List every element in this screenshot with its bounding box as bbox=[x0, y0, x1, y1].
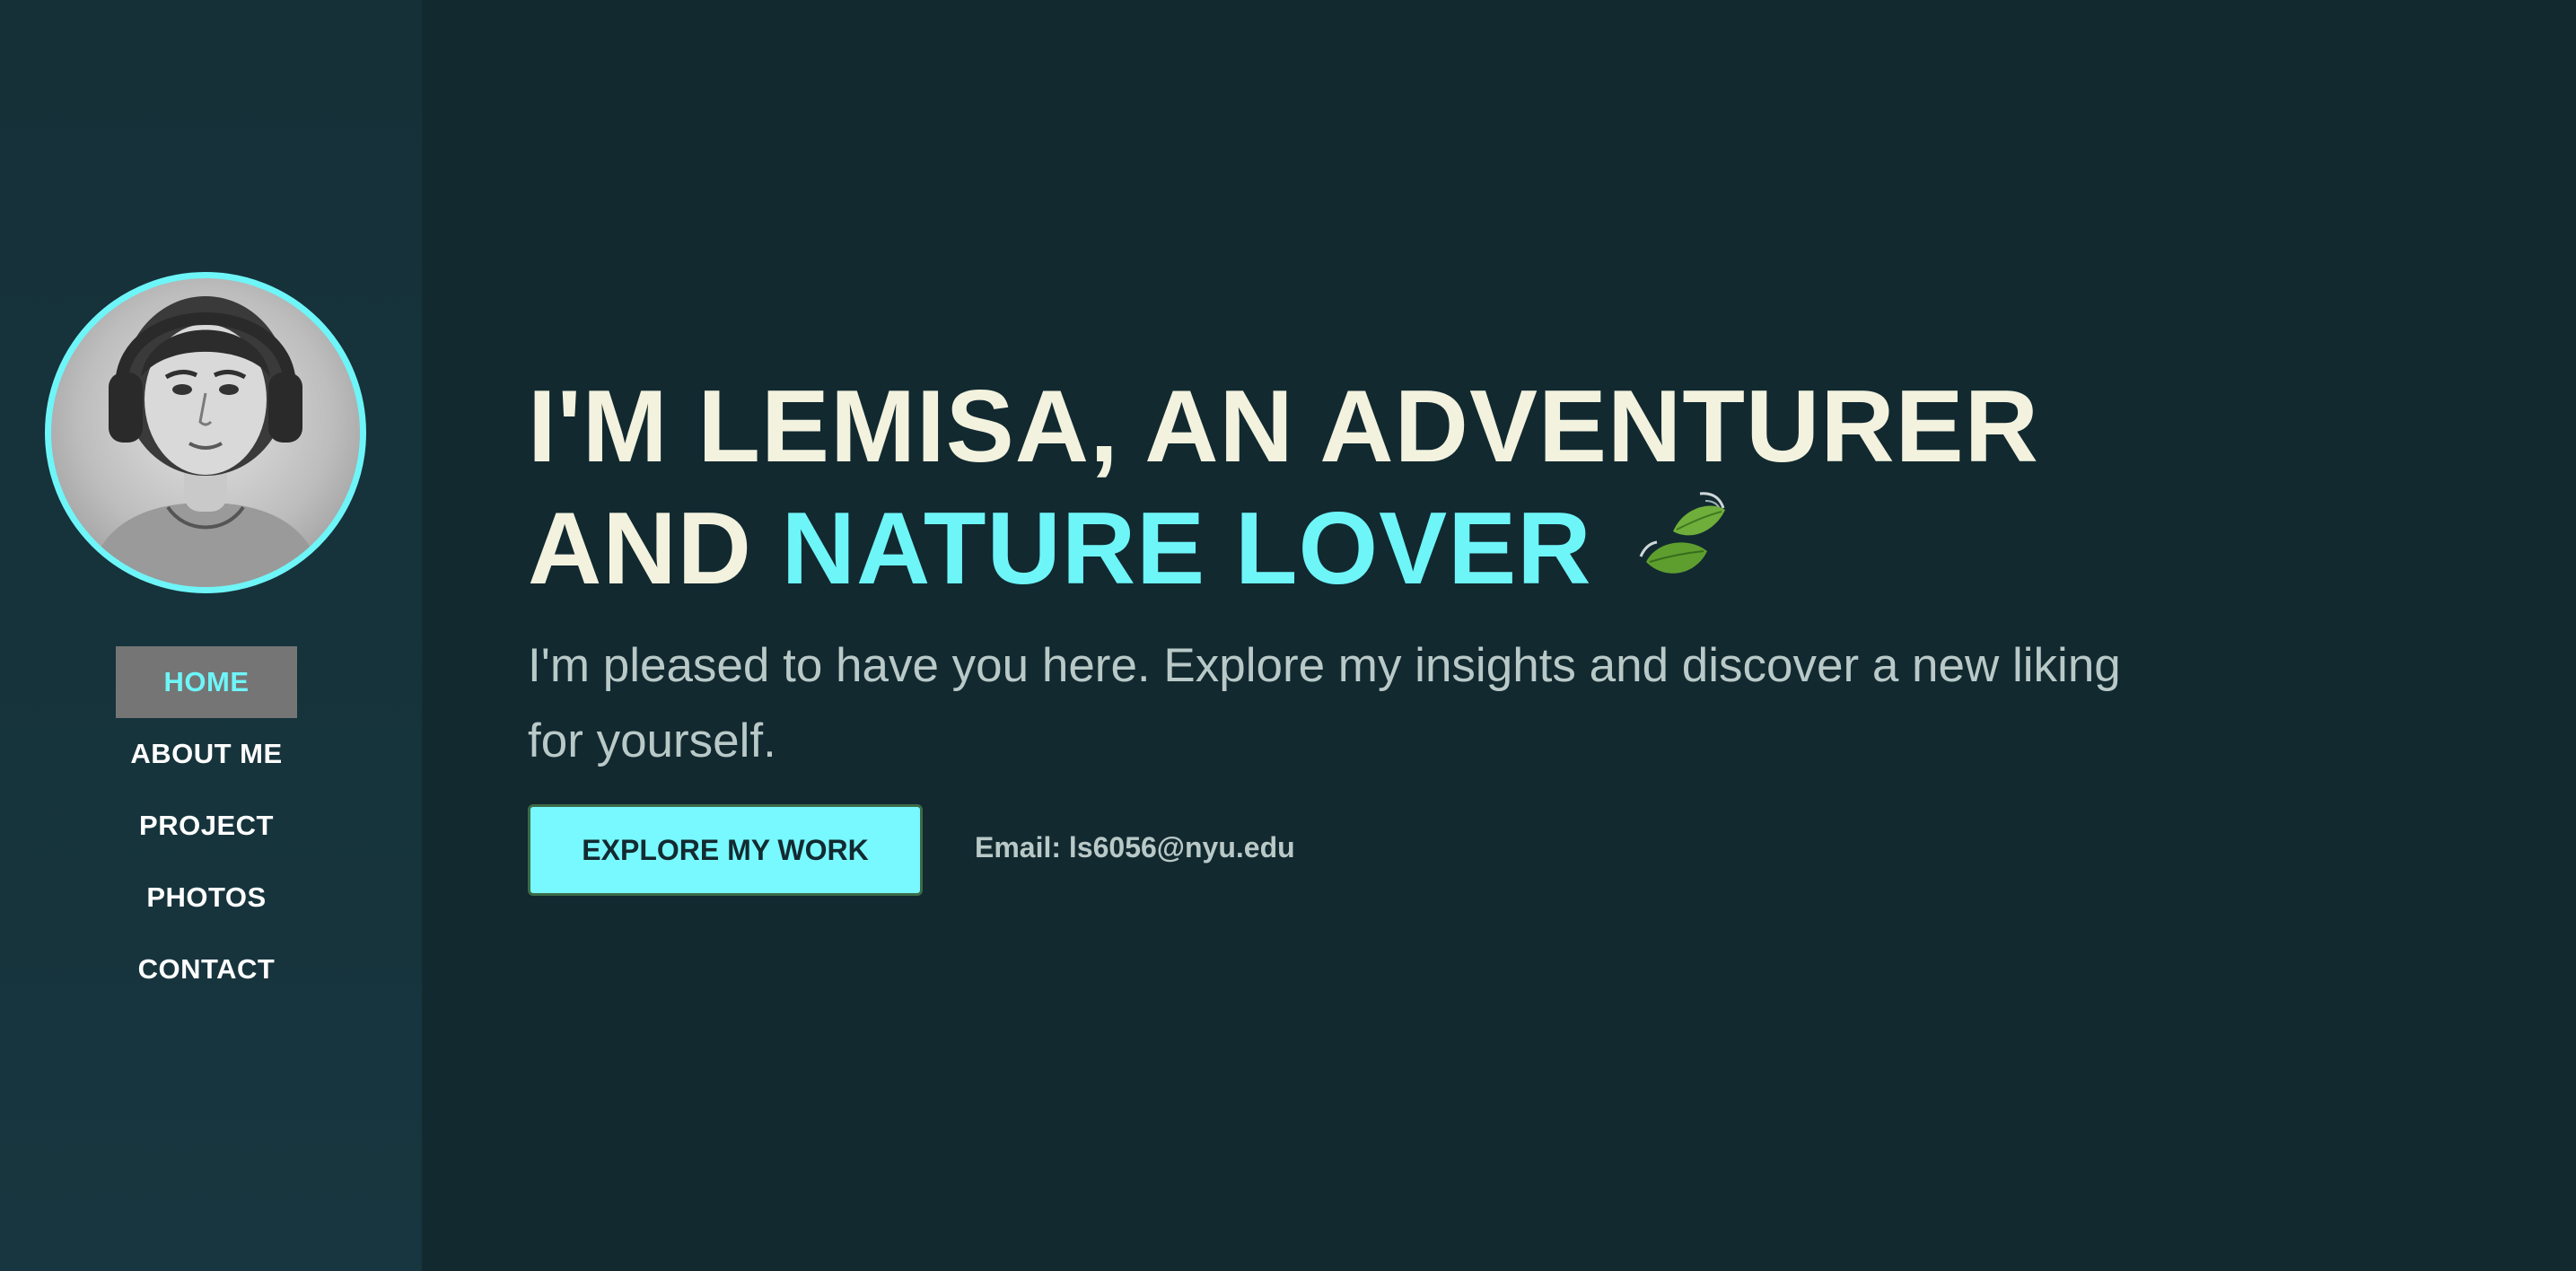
avatar bbox=[45, 272, 366, 593]
hero-subtitle: I'm pleased to have you here. Explore my… bbox=[528, 639, 2121, 767]
explore-my-work-button[interactable]: EXPLORE MY WORK bbox=[528, 804, 923, 896]
nav-item-contact[interactable]: CONTACT bbox=[138, 934, 276, 1005]
nav-item-about-me[interactable]: ABOUT ME bbox=[130, 718, 282, 790]
nav-item-home[interactable]: HOME bbox=[116, 646, 297, 718]
nav-item-photos[interactable]: PHOTOS bbox=[146, 862, 266, 934]
page: HOME ABOUT ME PROJECT PHOTOS CONTACT I'M… bbox=[0, 0, 2576, 1271]
headline-line-2-prefix: AND bbox=[528, 492, 782, 606]
hero-headline: I'M LEMISA, AN ADVENTURER AND NATURE LOV… bbox=[528, 366, 2039, 610]
headline-accent: NATURE LOVER bbox=[781, 492, 1592, 606]
contact-email: Email: ls6056@nyu.edu bbox=[975, 831, 1295, 863]
avatar-portrait-image bbox=[87, 296, 324, 587]
sidebar: HOME ABOUT ME PROJECT PHOTOS CONTACT bbox=[0, 0, 422, 1271]
sidebar-nav: HOME ABOUT ME PROJECT PHOTOS CONTACT bbox=[0, 646, 413, 1005]
nav-item-project[interactable]: PROJECT bbox=[139, 790, 274, 862]
leaf-fluttering-in-wind-icon bbox=[1639, 492, 1726, 574]
headline-line-1: I'M LEMISA, AN ADVENTURER bbox=[528, 370, 2040, 484]
main-content: I'M LEMISA, AN ADVENTURER AND NATURE LOV… bbox=[422, 0, 2576, 1271]
